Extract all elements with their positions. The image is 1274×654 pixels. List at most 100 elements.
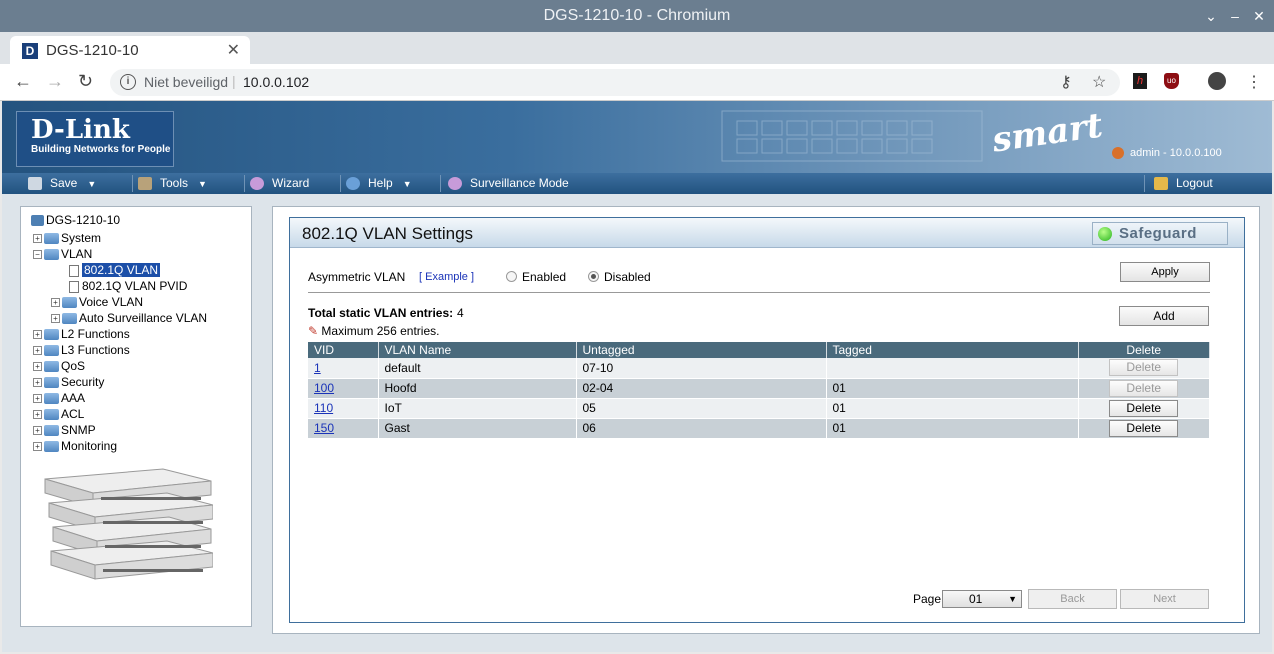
expand-icon[interactable]: + (33, 410, 42, 420)
folder-icon (44, 441, 59, 453)
close-window-icon[interactable]: ✕ (1246, 0, 1272, 32)
expand-icon[interactable]: + (51, 314, 60, 324)
tree-item-aaa[interactable]: + AAA (33, 391, 85, 405)
forward-arrow-icon[interactable]: → (46, 71, 64, 92)
switch-icon (31, 215, 44, 227)
untagged-cell: 02-04 (576, 378, 827, 399)
menu-bar: Save ▼ Tools ▼ Wizard Help ▼ Surveillance M… (2, 173, 1272, 194)
page-icon (69, 280, 79, 293)
enabled-radio[interactable] (506, 271, 517, 282)
tree-item-8021q-vlan[interactable]: 802.1Q VLAN (69, 263, 161, 277)
tagged-cell (826, 358, 1079, 379)
menu-tools[interactable]: Tools ▼ (138, 176, 207, 191)
vid-link[interactable]: 1 (314, 361, 321, 375)
asym-disabled-option[interactable]: Disabled (588, 270, 651, 284)
add-button[interactable]: Add (1119, 306, 1209, 326)
expand-icon[interactable]: + (33, 394, 42, 404)
url-field[interactable]: i Niet beveiligd | 10.0.0.102 (110, 69, 1120, 96)
folder-icon (62, 313, 77, 325)
tree-root[interactable]: DGS-1210-10 (31, 213, 120, 227)
vid-link[interactable]: 150 (314, 421, 334, 435)
page-icon (69, 264, 79, 277)
reload-icon[interactable]: ↻ (78, 71, 93, 92)
brand-tagline: Building Networks for People (31, 144, 171, 155)
safeguard-label: Safeguard (1119, 225, 1197, 242)
menu-wizard[interactable]: Wizard (250, 176, 309, 191)
expand-icon[interactable]: + (51, 298, 60, 308)
tree-item-l2-functions[interactable]: + L2 Functions (33, 327, 130, 341)
vlan-table: VID VLAN Name Untagged Tagged Delete 1 d… (308, 342, 1210, 439)
expand-icon[interactable]: + (33, 426, 42, 436)
vid-link[interactable]: 110 (314, 401, 333, 415)
menu-logout[interactable]: Logout (1154, 176, 1213, 191)
asymmetric-vlan-label: Asymmetric VLAN (308, 270, 406, 284)
url-text[interactable]: 10.0.0.102 (243, 74, 309, 90)
tree-item-system[interactable]: + System (33, 231, 101, 245)
vlan-name-cell: Gast (378, 418, 577, 439)
tree-item-vlan[interactable]: − VLAN (33, 247, 92, 261)
expand-icon[interactable]: + (33, 378, 42, 388)
tree-item-acl[interactable]: + ACL (33, 407, 84, 421)
security-status: Niet beveiligd (144, 74, 229, 90)
disabled-radio[interactable] (588, 271, 599, 282)
dlink-favicon-icon: D (22, 43, 38, 59)
delete-button: Delete (1109, 359, 1179, 377)
content-area: DGS-1210-10 + System − VLAN 802.1Q VLAN 80… (2, 194, 1272, 652)
asym-enabled-option[interactable]: Enabled (506, 270, 566, 284)
more-menu-icon[interactable]: ⋮ (1246, 72, 1262, 92)
expand-icon[interactable]: + (33, 442, 42, 452)
expand-icon[interactable]: + (33, 234, 42, 244)
switch-ports-graphic (721, 110, 983, 162)
safeguard-indicator: Safeguard (1092, 222, 1228, 245)
minimize-icon[interactable]: – (1222, 0, 1248, 32)
apply-button[interactable]: Apply (1120, 262, 1210, 282)
tree-item-8021q-vlan-pvid[interactable]: 802.1Q VLAN PVID (69, 279, 187, 293)
vid-link[interactable]: 100 (314, 381, 334, 395)
delete-button[interactable]: Delete (1109, 419, 1179, 437)
tree-item-snmp[interactable]: + SNMP (33, 423, 96, 437)
folder-icon (62, 297, 77, 309)
tree-item-monitoring[interactable]: + Monitoring (33, 439, 117, 453)
table-row: 1 default 07-10 Delete (308, 358, 1210, 379)
example-link[interactable]: [ Example ] (419, 271, 474, 283)
menu-save[interactable]: Save ▼ (28, 176, 96, 191)
browser-window: DGS-1210-10 - Chromium ⌄ – ✕ D DGS-1210-… (0, 0, 1274, 654)
folder-open-icon (44, 249, 59, 261)
brand-name: D-Link (31, 115, 130, 145)
back-arrow-icon[interactable]: ← (14, 71, 32, 92)
expand-icon[interactable]: + (33, 362, 42, 372)
collapse-icon[interactable]: − (33, 250, 42, 260)
pencil-icon: ✎ (308, 324, 319, 338)
table-header-row: VID VLAN Name Untagged Tagged Delete (308, 342, 1210, 358)
chevron-down-icon[interactable]: ⌄ (1198, 0, 1224, 32)
page-select[interactable]: 01 ▼ (942, 590, 1022, 608)
folder-icon (44, 409, 59, 421)
extension-h-icon[interactable]: h (1133, 73, 1147, 89)
page-title: 802.1Q VLAN Settings (302, 224, 474, 243)
folder-icon (44, 377, 59, 389)
tree-item-voice-vlan[interactable]: + Voice VLAN (51, 295, 143, 309)
info-icon[interactable]: i (120, 74, 136, 90)
tree-item-qos[interactable]: + QoS (33, 359, 85, 373)
expand-icon[interactable]: + (33, 330, 42, 340)
browser-tab[interactable]: D DGS-1210-10 ✕ (10, 36, 250, 64)
key-icon[interactable]: ⚷ (1060, 72, 1072, 92)
star-icon[interactable]: ☆ (1092, 72, 1106, 92)
table-row: 110 IoT 05 01 Delete (308, 398, 1210, 419)
menu-help[interactable]: Help ▼ (346, 176, 412, 191)
url-divider: | (232, 73, 236, 89)
expand-icon[interactable]: + (33, 346, 42, 356)
delete-button[interactable]: Delete (1109, 399, 1179, 417)
back-button[interactable]: Back (1028, 589, 1117, 609)
tree-item-auto-surveillance-vlan[interactable]: + Auto Surveillance VLAN (51, 311, 207, 325)
next-button[interactable]: Next (1120, 589, 1209, 609)
ublock-shield-icon[interactable]: uo (1164, 73, 1179, 89)
profile-avatar-icon[interactable] (1208, 72, 1226, 90)
close-tab-icon[interactable]: ✕ (227, 40, 240, 60)
panel-header: 802.1Q VLAN Settings Safeguard (290, 218, 1244, 248)
tree-item-security[interactable]: + Security (33, 375, 104, 389)
menu-surveillance-mode[interactable]: Surveillance Mode (448, 176, 569, 191)
folder-icon (44, 425, 59, 437)
chevron-down-icon: ▼ (402, 179, 412, 189)
tree-item-l3-functions[interactable]: + L3 Functions (33, 343, 130, 357)
